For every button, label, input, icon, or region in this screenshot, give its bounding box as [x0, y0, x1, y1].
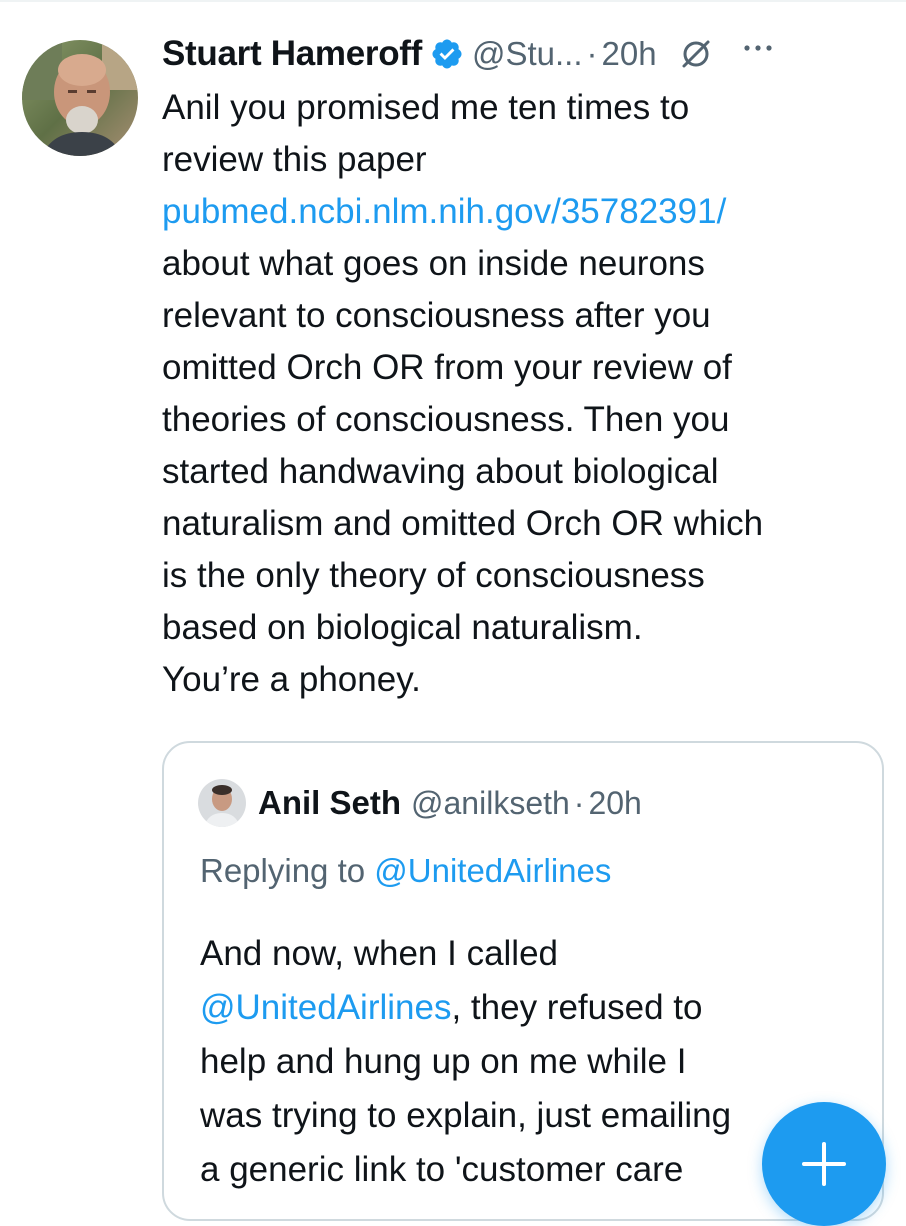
pubmed-link[interactable]: pubmed.ncbi.nlm.nih.gov/35782391/ [162, 186, 892, 238]
tweet-body: Stuart Hameroff @Stu... · 20h Anil you p… [162, 28, 892, 706]
quote-author-name[interactable]: Anil Seth [258, 784, 401, 822]
plus-icon [802, 1142, 846, 1186]
tweet-line: about what goes on inside neurons [162, 244, 705, 283]
header-separator: · [586, 35, 598, 72]
more-dots-icon[interactable] [743, 41, 773, 53]
tweet-line: started handwaving about biological [162, 452, 719, 491]
author-avatar[interactable] [22, 40, 138, 156]
quote-mention[interactable]: @UnitedAirlines [200, 988, 451, 1027]
quote-line-rest: , they refused to [451, 988, 703, 1027]
tweet-line: is the only theory of consciousness [162, 556, 705, 595]
replying-prefix: Replying to [200, 852, 375, 889]
quote-line: And now, when I called [200, 934, 559, 973]
quote-line: @UnitedAirlines, they refused to [200, 981, 882, 1035]
tweet-line: theories of consciousness. Then you [162, 400, 730, 439]
tweet-header: Stuart Hameroff @Stu... · 20h [162, 28, 892, 80]
tweet-line: review this paper [162, 140, 427, 179]
quote-author-avatar[interactable] [198, 779, 246, 827]
tweet-line: You’re a phoney. [162, 660, 421, 699]
tweet-line: Anil you promised me ten times to [162, 88, 690, 127]
author-name[interactable]: Stuart Hameroff [162, 34, 422, 74]
tweet-text: Anil you promised me ten times to review… [162, 82, 892, 706]
quote-time[interactable]: 20h [588, 785, 641, 822]
quote-header: Anil Seth @anilkseth · 20h [198, 775, 642, 831]
verified-badge-icon [430, 37, 464, 71]
quote-author-handle[interactable]: @anilkseth [411, 785, 570, 822]
replying-to: Replying to @UnitedAirlines [200, 845, 611, 897]
author-handle[interactable]: @Stu... [472, 35, 583, 73]
tweet-line: based on biological naturalism. [162, 608, 643, 647]
top-divider [0, 0, 906, 2]
no-entry-icon [679, 37, 713, 71]
tweet-time[interactable]: 20h [602, 35, 657, 73]
replying-mention[interactable]: @UnitedAirlines [374, 852, 611, 889]
compose-button[interactable] [762, 1102, 886, 1226]
quote-separator: · [573, 784, 585, 821]
quote-line: help and hung up on me while I [200, 1042, 687, 1081]
tweet-line: omitted Orch OR from your review of [162, 348, 732, 387]
tweet-line: relevant to consciousness after you [162, 296, 711, 335]
tweet-line: naturalism and omitted Orch OR which [162, 504, 764, 543]
